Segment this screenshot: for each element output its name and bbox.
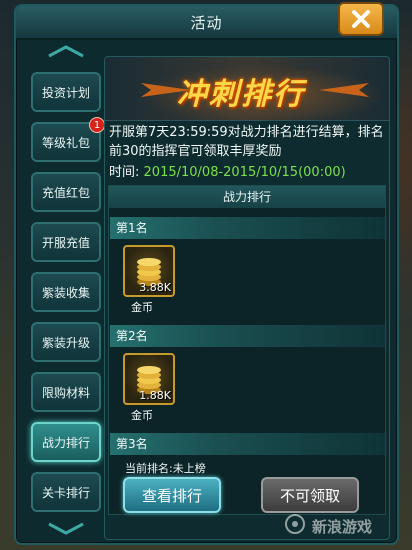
sina-logo-icon bbox=[285, 514, 305, 534]
reward-amount: 3.88K bbox=[139, 281, 171, 294]
time-value: 2015/10/08-2015/10/15(00:00) bbox=[143, 165, 346, 180]
nav-item-label: 等级礼包 bbox=[41, 135, 90, 150]
activity-content: 冲刺排行 开服第7天23:59:59对战力排名进行结算，排名前30的指挥官可领取… bbox=[104, 56, 390, 540]
rank-label: 第2名 bbox=[110, 325, 385, 347]
chevron-up-icon[interactable] bbox=[39, 44, 93, 58]
ranking-header: 战力排行 bbox=[109, 186, 385, 208]
notification-badge: 1 bbox=[89, 117, 105, 133]
rank-label: 第3名 bbox=[110, 433, 385, 455]
watermark-text: 新浪游戏 bbox=[312, 518, 373, 536]
close-icon bbox=[352, 10, 370, 28]
chevron-down-icon[interactable] bbox=[39, 522, 93, 536]
reward-item[interactable]: 1.88K bbox=[123, 353, 175, 405]
nav-item-label: 限购材料 bbox=[41, 385, 90, 400]
reward-name: 金币 bbox=[131, 301, 153, 314]
rank-row: 第3名 bbox=[109, 433, 385, 455]
view-ranking-button[interactable]: 查看排行 bbox=[123, 477, 221, 513]
nav-item-purple-collect[interactable]: 紫装收集 bbox=[31, 272, 101, 312]
rank-row: 第2名 1.88K 金币 bbox=[109, 325, 385, 422]
nav-item-label: 投资计划 bbox=[41, 85, 90, 100]
nav-item-stage-ranking[interactable]: 关卡排行 bbox=[31, 472, 101, 512]
reward-name: 金币 bbox=[131, 409, 153, 422]
nav-item-invest-plan[interactable]: 投资计划 bbox=[31, 72, 101, 112]
current-rank-text: 当前排名:未上榜 bbox=[125, 462, 206, 475]
nav-item-label: 战力排行 bbox=[41, 435, 90, 450]
time-label: 时间: bbox=[109, 165, 140, 180]
nav-item-level-gift[interactable]: 等级礼包 1 bbox=[31, 117, 105, 162]
nav-item-label: 充值红包 bbox=[41, 185, 90, 200]
nav-item-label: 紫装收集 bbox=[41, 285, 90, 300]
rank-row: 第1名 3.88K 金币 bbox=[109, 217, 385, 314]
rank-label: 第1名 bbox=[110, 217, 385, 239]
reward-amount: 1.88K bbox=[139, 389, 171, 402]
close-button[interactable] bbox=[338, 2, 384, 36]
wing-decoration-icon bbox=[319, 83, 369, 97]
banner-title: 冲刺排行 bbox=[177, 77, 305, 112]
reward-item[interactable]: 3.88K bbox=[123, 245, 175, 297]
nav-item-label: 紫装升级 bbox=[41, 335, 90, 350]
nav-item-recharge-redpack[interactable]: 充值红包 bbox=[31, 172, 101, 212]
event-banner: 冲刺排行 bbox=[105, 57, 389, 121]
nav-item-limited-material[interactable]: 限购材料 bbox=[31, 372, 101, 412]
nav-item-purple-upgrade[interactable]: 紫装升级 bbox=[31, 322, 101, 362]
event-time: 时间: 2015/10/08-2015/10/15(00:00) bbox=[109, 161, 346, 180]
nav-item-label: 开服充值 bbox=[41, 235, 90, 250]
nav-item-power-ranking[interactable]: 战力排行 bbox=[31, 422, 101, 462]
claim-button[interactable]: 不可领取 bbox=[261, 477, 359, 513]
event-description: 开服第7天23:59:59对战力排名进行结算，排名前30的指挥官可领取丰厚奖励 bbox=[109, 125, 384, 159]
nav-item-server-recharge[interactable]: 开服充值 bbox=[31, 222, 101, 262]
nav-item-label: 关卡排行 bbox=[41, 485, 90, 500]
side-nav: 投资计划 等级礼包 1 充值红包 开服充值 紫装收集 紫装升级 限购材料 战力排… bbox=[27, 44, 105, 540]
